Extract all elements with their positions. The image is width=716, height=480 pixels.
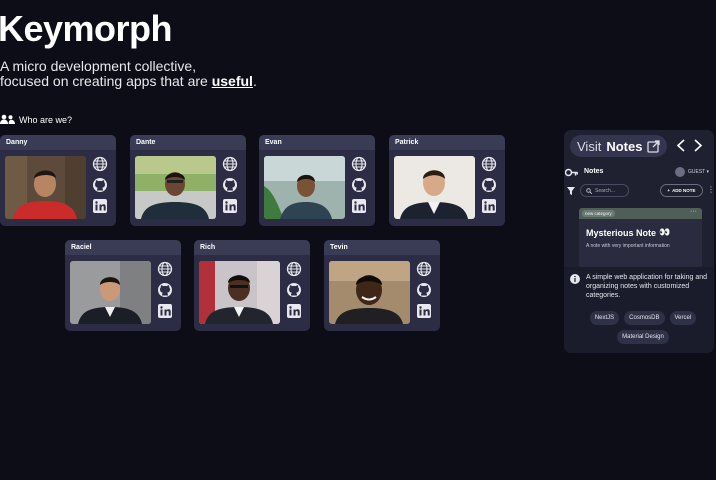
member-links bbox=[157, 261, 175, 319]
member-name: Danny bbox=[0, 135, 116, 150]
linkedin-icon[interactable] bbox=[481, 198, 497, 214]
globe-icon[interactable] bbox=[92, 156, 108, 172]
linkedin-icon[interactable] bbox=[157, 303, 173, 319]
search-icon bbox=[586, 187, 592, 194]
carousel-nav bbox=[676, 139, 703, 152]
member-name: Dante bbox=[130, 135, 246, 150]
app-description: A simple web application for taking and … bbox=[586, 274, 708, 299]
member-photo bbox=[199, 261, 280, 324]
member-card-dante: Dante bbox=[130, 135, 246, 226]
user-menu[interactable]: GUEST ▾ bbox=[688, 169, 709, 175]
linkedin-icon[interactable] bbox=[222, 198, 238, 214]
avatar[interactable] bbox=[675, 167, 685, 177]
member-links bbox=[286, 261, 304, 319]
note-card[interactable]: new category ··· Mysterious Note 👀 A note… bbox=[579, 208, 702, 268]
app-preview-panel: Visit Notes Notes GUEST ▾ Search... + ADD … bbox=[564, 130, 714, 353]
github-icon[interactable] bbox=[351, 177, 367, 193]
note-title: Mysterious Note 👀 bbox=[586, 227, 670, 238]
note-emoji: 👀 bbox=[659, 227, 671, 237]
note-body: A note with very important information bbox=[586, 243, 670, 249]
external-link-icon bbox=[647, 139, 661, 153]
users-icon bbox=[0, 114, 15, 124]
page-title: Keymorph bbox=[0, 8, 173, 49]
tagline-line-1: A micro development collective, bbox=[0, 58, 197, 74]
github-icon[interactable] bbox=[481, 177, 497, 193]
member-card-rich: Rich bbox=[194, 240, 310, 331]
member-name: Tevin bbox=[324, 240, 440, 255]
globe-icon[interactable] bbox=[286, 261, 302, 277]
more-icon[interactable]: ⋮ bbox=[707, 186, 714, 194]
tagline: A micro development collective, focused … bbox=[0, 59, 257, 89]
member-card-raciel: Raciel bbox=[65, 240, 181, 331]
linkedin-icon[interactable] bbox=[286, 303, 302, 319]
member-photo bbox=[70, 261, 151, 324]
linkedin-icon[interactable] bbox=[351, 198, 367, 214]
visit-app-button[interactable]: Visit Notes bbox=[570, 135, 668, 157]
tech-tag: Material Design bbox=[617, 330, 669, 344]
chevron-left-icon[interactable] bbox=[676, 139, 686, 152]
tech-tag: NextJS bbox=[589, 311, 620, 325]
member-card-patrick: Patrick bbox=[389, 135, 505, 226]
visit-prefix: Visit bbox=[577, 138, 602, 154]
user-label: GUEST bbox=[688, 169, 706, 175]
linkedin-icon[interactable] bbox=[416, 303, 432, 319]
note-menu-icon[interactable]: ··· bbox=[690, 208, 697, 215]
member-photo bbox=[264, 156, 345, 219]
member-links bbox=[92, 156, 110, 214]
note-category-bar: new category ··· bbox=[579, 208, 702, 219]
member-photo bbox=[394, 156, 475, 219]
app-bar: Notes GUEST ▾ bbox=[564, 166, 714, 180]
tagline-suffix: . bbox=[252, 73, 257, 89]
globe-icon[interactable] bbox=[157, 261, 173, 277]
tech-tag: CosmosDB bbox=[624, 311, 665, 325]
member-photo bbox=[5, 156, 86, 219]
search-input[interactable]: Search... bbox=[580, 184, 629, 197]
tech-tags: NextJS CosmosDB Vercel Material Design bbox=[584, 311, 702, 344]
chevron-right-icon[interactable] bbox=[693, 139, 703, 152]
globe-icon[interactable] bbox=[416, 261, 432, 277]
add-note-button[interactable]: + ADD NOTE bbox=[660, 184, 703, 197]
member-name: Patrick bbox=[389, 135, 505, 150]
tagline-text: focused on creating apps that are bbox=[0, 73, 212, 89]
globe-icon[interactable] bbox=[481, 156, 497, 172]
member-links bbox=[481, 156, 499, 214]
member-name: Rich bbox=[194, 240, 310, 255]
globe-icon[interactable] bbox=[351, 156, 367, 172]
note-category: new category bbox=[582, 210, 615, 217]
member-photo bbox=[135, 156, 216, 219]
github-icon[interactable] bbox=[286, 282, 302, 298]
globe-icon[interactable] bbox=[222, 156, 238, 172]
tagline-emphasis: useful bbox=[211, 73, 253, 89]
app-info: A simple web application for taking and … bbox=[564, 267, 714, 353]
key-icon bbox=[565, 168, 578, 177]
member-name: Raciel bbox=[65, 240, 181, 255]
github-icon[interactable] bbox=[222, 177, 238, 193]
member-card-evan: Evan bbox=[259, 135, 375, 226]
search-placeholder: Search... bbox=[595, 187, 616, 194]
plus-icon: + bbox=[667, 188, 671, 193]
add-note-label: ADD NOTE bbox=[672, 188, 696, 193]
github-icon[interactable] bbox=[157, 282, 173, 298]
member-name: Evan bbox=[259, 135, 375, 150]
info-icon bbox=[570, 274, 580, 284]
github-icon[interactable] bbox=[92, 177, 108, 193]
visit-app-name: Notes bbox=[606, 138, 643, 154]
github-icon[interactable] bbox=[416, 282, 432, 298]
member-links bbox=[222, 156, 240, 214]
team-heading-label: Who are we? bbox=[19, 114, 73, 125]
member-card-danny: Danny bbox=[0, 135, 116, 226]
note-title-text: Mysterious Note bbox=[586, 227, 657, 238]
toolbar: Search... + ADD NOTE ⋮ bbox=[564, 184, 714, 198]
member-photo bbox=[329, 261, 410, 324]
member-card-tevin: Tevin bbox=[324, 240, 440, 331]
tech-tag: Vercel bbox=[669, 311, 697, 325]
filter-icon[interactable] bbox=[567, 187, 575, 195]
member-links bbox=[416, 261, 434, 319]
team-heading: Who are we? bbox=[0, 114, 72, 125]
tagline-line-2: focused on creating apps that are useful… bbox=[0, 74, 257, 89]
member-links bbox=[351, 156, 369, 214]
app-name: Notes bbox=[584, 168, 604, 175]
linkedin-icon[interactable] bbox=[92, 198, 108, 214]
